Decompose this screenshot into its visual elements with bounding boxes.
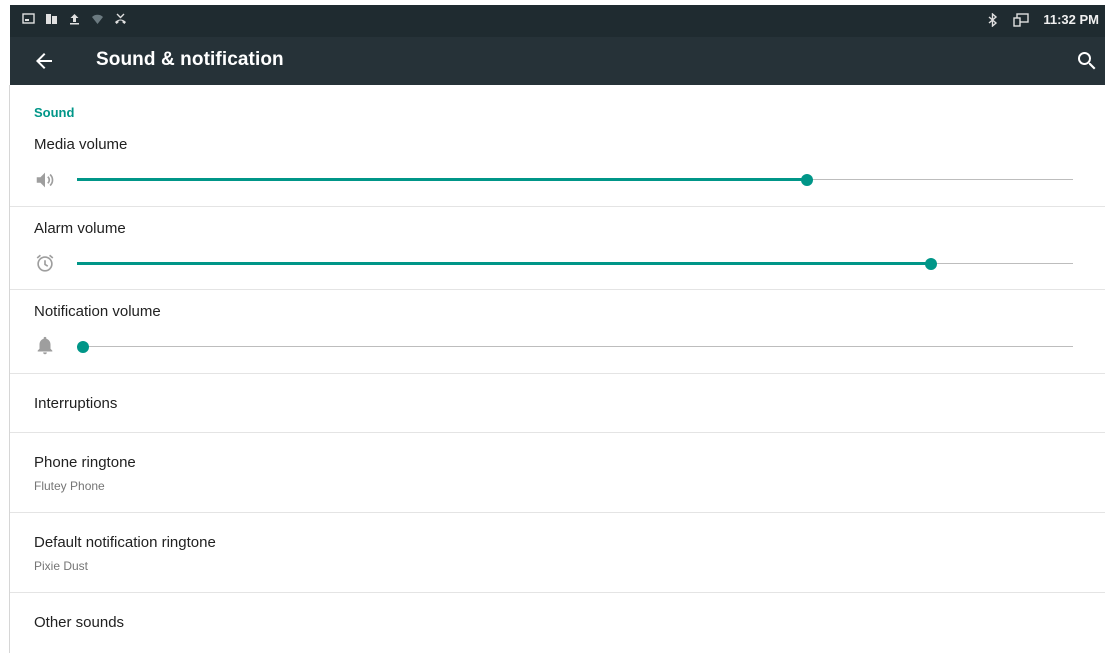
slider-track	[77, 346, 1073, 347]
settings-list: Sound Media volume Alarm volume Notifica…	[10, 85, 1105, 653]
status-time: 11:32 PM	[1043, 12, 1099, 27]
divider	[10, 592, 1105, 593]
app-bar: Sound & notification	[10, 37, 1105, 85]
usb-icon	[46, 14, 57, 24]
slider-fill	[77, 178, 808, 181]
status-icons-right: 11:32 PM	[986, 12, 1099, 27]
interruptions-item[interactable]: Interruptions	[34, 395, 117, 412]
search-icon[interactable]	[1075, 49, 1099, 73]
divider	[10, 289, 1105, 290]
divider	[10, 512, 1105, 513]
notification-volume-label: Notification volume	[34, 303, 161, 320]
wifi-icon	[92, 14, 103, 24]
cast-icon	[1013, 12, 1030, 27]
other-sounds-item[interactable]: Other sounds	[34, 614, 124, 631]
notification-volume-slider[interactable]	[77, 339, 1073, 355]
alarm-clock-icon	[36, 254, 54, 272]
status-icons-left	[22, 13, 127, 25]
slider-thumb[interactable]	[801, 174, 814, 186]
upload-icon	[70, 14, 79, 25]
slider-thumb[interactable]	[77, 341, 89, 353]
screenshot-icon	[22, 13, 35, 24]
alarm-volume-label: Alarm volume	[34, 220, 126, 237]
arrow-back-icon[interactable]	[32, 49, 56, 73]
divider	[10, 432, 1105, 433]
section-header-sound: Sound	[34, 105, 75, 120]
status-bar: 11:32 PM	[10, 5, 1105, 37]
missed-call-icon	[115, 13, 126, 24]
phone-ringtone-title[interactable]: Phone ringtone	[34, 454, 136, 471]
default-notification-ringtone-title[interactable]: Default notification ringtone	[34, 534, 216, 551]
media-volume-label: Media volume	[34, 136, 128, 153]
slider-thumb[interactable]	[924, 258, 937, 270]
alarm-volume-slider[interactable]	[77, 256, 1073, 272]
slider-fill	[77, 262, 931, 265]
media-volume-slider[interactable]	[77, 172, 1073, 188]
phone-ringtone-summary: Flutey Phone	[34, 479, 105, 493]
default-notification-ringtone-summary: Pixie Dust	[34, 559, 89, 573]
bluetooth-icon	[988, 12, 998, 27]
bell-icon	[37, 336, 53, 355]
divider	[10, 373, 1105, 374]
divider	[10, 206, 1105, 207]
page-title: Sound & notification	[96, 49, 284, 70]
speaker-icon	[36, 172, 54, 188]
